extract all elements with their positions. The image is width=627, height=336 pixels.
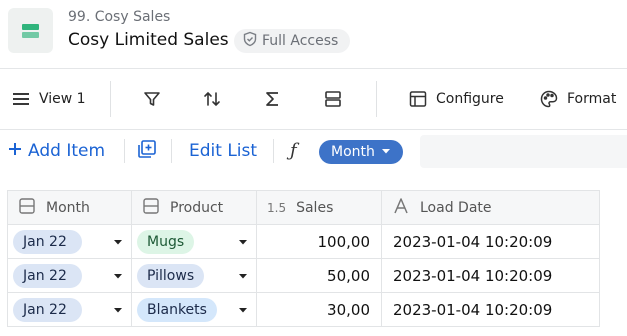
breadcrumb[interactable]: 99. Cosy Sales [68,9,170,25]
caret-down-icon[interactable] [113,237,123,247]
format-label: Format [567,91,617,107]
access-badge[interactable]: Full Access [234,29,351,53]
load-date-cell[interactable]: 2023-01-04 10:20:09 [381,224,600,259]
product-pill: Mugs [137,229,195,254]
month-cell[interactable]: Jan 22 [7,292,132,327]
group-button[interactable] [323,69,343,129]
table-row[interactable]: Jan 22 Blankets 30,00 2023-01-04 10:20:0… [7,292,600,327]
product-pill: Pillows [137,263,205,288]
load-date-cell[interactable]: 2023-01-04 10:20:09 [381,258,600,293]
view-selector[interactable]: View 1 [11,69,86,129]
column-header-month[interactable]: Month [7,190,132,225]
caret-down-icon[interactable] [113,305,123,315]
sales-cell[interactable]: 30,00 [256,292,382,327]
table-row[interactable]: Jan 22 Pillows 50,00 2023-01-04 10:20:09 [7,258,600,293]
table-row[interactable]: Jan 22 Mugs 100,00 2023-01-04 10:20:09 [7,224,600,259]
group-icon [323,89,343,109]
toolbar-separator [110,81,111,117]
configure-label: Configure [436,91,504,107]
action-row: Add Item Edit List ƒ Month [0,130,627,172]
add-multiple-button[interactable] [137,130,157,172]
column-header-product[interactable]: Product [131,190,257,225]
sales-cell[interactable]: 100,00 [256,224,382,259]
sort-button[interactable] [202,69,222,129]
month-cell[interactable]: Jan 22 [7,224,132,259]
number-type-icon: 1.5 [267,200,287,215]
sort-icon [202,89,222,109]
shield-icon [242,31,258,51]
sales-cell[interactable]: 50,00 [256,258,382,293]
page-title: Cosy Limited Sales [68,30,229,50]
summary-button[interactable] [263,69,283,129]
action-separator [273,139,274,163]
month-chip-label: Month [331,144,375,160]
access-badge-label: Full Access [262,33,339,49]
column-label: Product [170,199,224,216]
formula-icon: ƒ [290,140,297,161]
edit-list-label: Edit List [189,141,258,161]
add-item-button[interactable]: Add Item [8,130,105,172]
month-selector-chip[interactable]: Month [319,140,403,164]
month-pill: Jan 22 [13,297,82,322]
text-icon [392,197,410,219]
menu-icon [11,89,31,109]
format-button[interactable]: Format [539,69,616,129]
configure-button[interactable]: Configure [408,69,504,129]
copy-add-icon [137,139,157,164]
product-cell[interactable]: Pillows [131,258,257,293]
edit-list-button[interactable]: Edit List [189,130,257,172]
column-label: Sales [296,199,334,216]
view-label: View 1 [39,91,86,107]
filter-icon [142,89,162,109]
toolbar-separator [376,81,377,117]
caret-down-icon[interactable] [113,271,123,281]
action-separator [171,139,172,163]
month-cell[interactable]: Jan 22 [7,258,132,293]
load-date-cell[interactable]: 2023-01-04 10:20:09 [381,292,600,327]
caret-down-icon[interactable] [238,305,248,315]
product-cell[interactable]: Blankets [131,292,257,327]
plus-icon [8,141,22,161]
sum-icon [263,89,283,109]
caret-down-icon[interactable] [238,237,248,247]
caret-down-icon [381,144,391,160]
list-icon [142,197,160,219]
month-pill: Jan 22 [13,229,82,254]
add-item-label: Add Item [28,141,106,161]
caret-down-icon[interactable] [238,271,248,281]
toolbar: View 1 Configure Format [0,69,627,129]
column-header-sales[interactable]: 1.5 Sales [256,190,382,225]
formula-input[interactable] [420,135,627,168]
app-icon [8,8,53,53]
data-grid: Month Product 1.5 Sales Load Date Jan 22… [7,190,600,327]
list-icon [18,197,36,219]
month-pill: Jan 22 [13,263,82,288]
header: 99. Cosy Sales Cosy Limited Sales Full A… [0,0,627,68]
column-header-load-date[interactable]: Load Date [381,190,600,225]
product-pill: Blankets [137,297,217,322]
product-cell[interactable]: Mugs [131,224,257,259]
palette-icon [539,89,559,109]
column-label: Load Date [420,199,492,216]
column-label: Month [46,199,90,216]
action-separator [124,139,125,163]
table-icon [408,89,428,109]
filter-button[interactable] [142,69,162,129]
